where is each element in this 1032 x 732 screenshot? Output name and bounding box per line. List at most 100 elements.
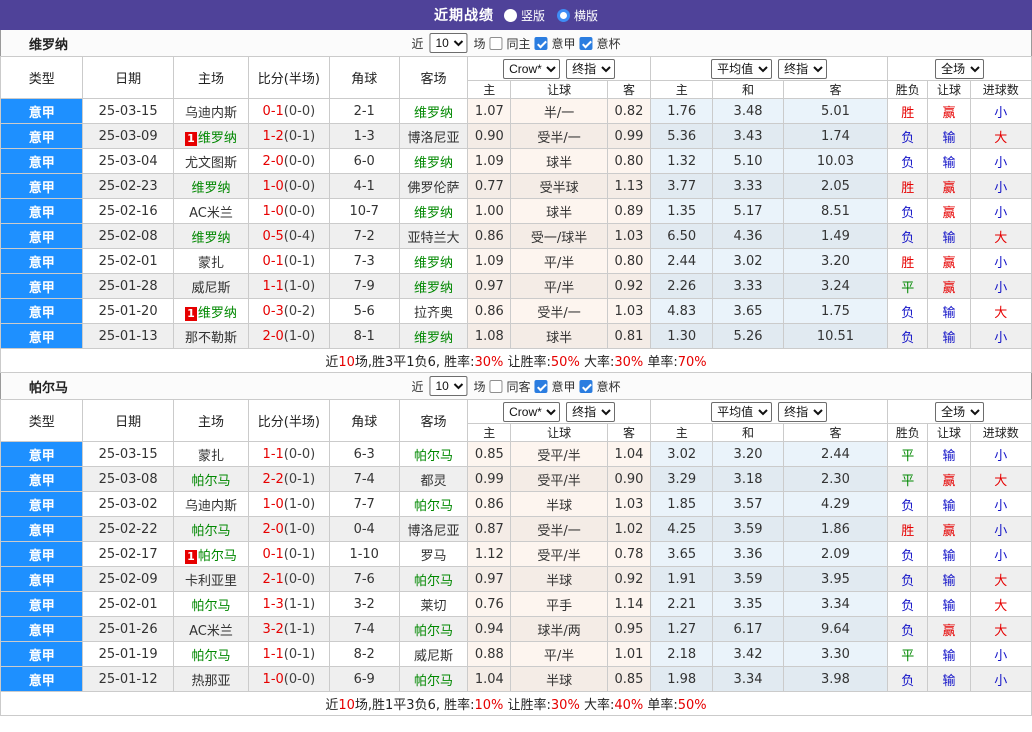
radio-horizontal-icon[interactable] <box>557 8 570 22</box>
radio-horizontal-layout[interactable]: 横版 <box>557 7 598 24</box>
average-select[interactable]: 平均值 <box>711 58 773 79</box>
team-link[interactable]: 威尼斯 <box>414 649 453 664</box>
league-cell[interactable]: 意甲 <box>0 641 84 667</box>
team-link[interactable]: 帕尔马 <box>191 649 230 664</box>
full-match-select[interactable]: 全场 <box>935 58 985 79</box>
league-cell[interactable]: 意甲 <box>0 273 84 299</box>
team-link[interactable]: 维罗纳 <box>191 231 230 246</box>
team-link[interactable]: AC米兰 <box>189 206 233 221</box>
final-odds-select[interactable]: 终指 <box>566 401 616 422</box>
cup-checkbox[interactable] <box>579 36 593 50</box>
team-link[interactable]: 维罗纳 <box>198 131 237 146</box>
score-cell: 0-1(0-1) <box>248 248 330 274</box>
league-cell[interactable]: 意甲 <box>0 148 84 174</box>
team-link[interactable]: 维罗纳 <box>414 206 453 221</box>
sub-header-odds-away: 客 <box>606 423 652 442</box>
summary-text: 大率: <box>579 355 615 370</box>
team-link[interactable]: 帕尔马 <box>191 599 230 614</box>
corner-cell: 8-1 <box>328 323 400 349</box>
team-link[interactable]: 卡利亚里 <box>185 574 237 589</box>
team-link[interactable]: 帕尔马 <box>414 449 453 464</box>
team-link[interactable]: 维罗纳 <box>414 281 453 296</box>
team-link[interactable]: 维罗纳 <box>191 181 230 196</box>
team-link[interactable]: 威尼斯 <box>191 281 230 296</box>
recent-count-select[interactable]: 10 <box>429 376 468 396</box>
team-link[interactable]: 莱切 <box>421 599 447 614</box>
team-link[interactable]: 维罗纳 <box>198 306 237 321</box>
team-link[interactable]: 蒙扎 <box>198 449 224 464</box>
team-link[interactable]: 乌迪内斯 <box>185 106 237 121</box>
team-link[interactable]: 拉齐奥 <box>414 306 453 321</box>
full-match-select[interactable]: 全场 <box>935 401 985 422</box>
team-link[interactable]: 帕尔马 <box>191 474 230 489</box>
league-cell[interactable]: 意甲 <box>0 516 84 542</box>
odds-away-cell: 0.89 <box>606 198 652 224</box>
same-venue-checkbox[interactable] <box>489 36 503 50</box>
odds-source-select[interactable]: Crow* <box>503 58 561 79</box>
league-checkbox[interactable] <box>534 36 548 50</box>
league-cell[interactable]: 意甲 <box>0 566 84 592</box>
league-checkbox[interactable] <box>534 379 548 393</box>
league-cell[interactable]: 意甲 <box>0 123 84 149</box>
league-cell[interactable]: 意甲 <box>0 323 84 349</box>
team-link[interactable]: 维罗纳 <box>414 106 453 121</box>
odds-handicap-cell: 受平/半 <box>510 541 608 567</box>
cup-checkbox[interactable] <box>579 379 593 393</box>
team-link[interactable]: 罗马 <box>421 549 447 564</box>
team-link[interactable]: 帕尔马 <box>414 574 453 589</box>
league-cell[interactable]: 意甲 <box>0 491 84 517</box>
team-link[interactable]: 维罗纳 <box>414 331 453 346</box>
team-link[interactable]: 佛罗伦萨 <box>408 181 460 196</box>
summary-line: 近10场,胜3平1负6, 胜率:30% 让胜率:50% 大率:30% 单率:70… <box>0 348 1032 373</box>
final-average-select[interactable]: 终指 <box>778 401 828 422</box>
league-cell[interactable]: 意甲 <box>0 98 84 124</box>
league-cell[interactable]: 意甲 <box>0 248 84 274</box>
odds-away-cell: 0.90 <box>606 466 652 492</box>
league-cell[interactable]: 意甲 <box>0 223 84 249</box>
team-link[interactable]: 维罗纳 <box>414 156 453 171</box>
league-cell[interactable]: 意甲 <box>0 666 84 692</box>
team-link[interactable]: 帕尔马 <box>414 624 453 639</box>
date-cell: 25-02-01 <box>82 248 174 274</box>
final-odds-select[interactable]: 终指 <box>566 58 616 79</box>
team-link[interactable]: 那不勒斯 <box>185 331 237 346</box>
league-cell[interactable]: 意甲 <box>0 591 84 617</box>
recent-count-select[interactable]: 10 <box>429 33 468 53</box>
result-outcome-cell: 平 <box>887 441 929 467</box>
league-cell[interactable]: 意甲 <box>0 441 84 467</box>
radio-vertical-layout[interactable]: 竖版 <box>503 7 545 24</box>
team-link[interactable]: 乌迪内斯 <box>185 499 237 514</box>
avg-draw-cell: 3.02 <box>712 248 784 274</box>
team-link[interactable]: 博洛尼亚 <box>408 131 460 146</box>
odds-home-cell: 0.88 <box>467 641 512 667</box>
average-select[interactable]: 平均值 <box>711 401 773 422</box>
team-link[interactable]: 帕尔马 <box>198 549 237 564</box>
team-link[interactable]: 热那亚 <box>191 674 230 689</box>
fulltime-score: 1-1 <box>262 278 284 294</box>
league-cell[interactable]: 意甲 <box>0 466 84 492</box>
date-cell: 25-02-01 <box>82 591 174 617</box>
league-cell[interactable]: 意甲 <box>0 298 84 324</box>
radio-vertical-icon[interactable] <box>503 8 517 22</box>
score-cell: 2-1(0-0) <box>248 566 330 592</box>
league-cell[interactable]: 意甲 <box>0 173 84 199</box>
league-cell[interactable]: 意甲 <box>0 541 84 567</box>
team-link[interactable]: 都灵 <box>421 474 447 489</box>
team-link[interactable]: 帕尔马 <box>414 499 453 514</box>
team-link[interactable]: 亚特兰大 <box>408 231 460 246</box>
league-cell[interactable]: 意甲 <box>0 198 84 224</box>
same-venue-checkbox[interactable] <box>489 379 503 393</box>
team-link[interactable]: 尤文图斯 <box>185 156 237 171</box>
result-outcome-cell: 负 <box>887 591 929 617</box>
fulltime-score: 2-0 <box>262 328 284 344</box>
odds-source-select[interactable]: Crow* <box>503 401 561 422</box>
team-link[interactable]: 维罗纳 <box>414 256 453 271</box>
date-cell: 25-03-09 <box>82 123 174 149</box>
league-cell[interactable]: 意甲 <box>0 616 84 642</box>
team-link[interactable]: 帕尔马 <box>191 524 230 539</box>
team-link[interactable]: 帕尔马 <box>414 674 453 689</box>
team-link[interactable]: 蒙扎 <box>198 256 224 271</box>
team-link[interactable]: AC米兰 <box>189 624 233 639</box>
team-link[interactable]: 博洛尼亚 <box>408 524 460 539</box>
final-average-select[interactable]: 终指 <box>778 58 828 79</box>
